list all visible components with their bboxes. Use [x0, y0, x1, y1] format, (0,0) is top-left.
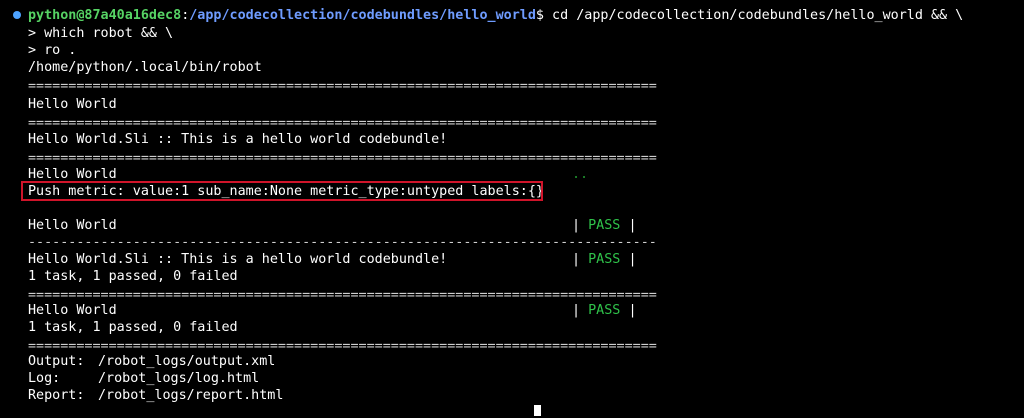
status-pipe: | — [572, 218, 581, 233]
status-pipe: | — [628, 303, 637, 318]
log-file-line: Log: /robot_logs/log.html — [28, 370, 259, 387]
separator-double: ========================================… — [28, 116, 657, 131]
output-label: Output: — [28, 354, 85, 369]
status-pipe: | — [572, 252, 581, 267]
status-pipe: | — [628, 252, 637, 267]
suite-result-status: | PASS | — [572, 302, 637, 319]
suite-summary: 1 task, 1 passed, 0 failed — [28, 320, 238, 335]
separator-double: ========================================… — [28, 79, 657, 94]
report-label: Report: — [28, 388, 85, 403]
output-file-line: Output: /robot_logs/output.xml — [28, 353, 275, 370]
status-pipe: | — [572, 303, 581, 318]
suite-title: Hello World — [28, 97, 117, 112]
continuation-line: > ro . — [28, 43, 77, 58]
output-path-link[interactable]: /robot_logs/output.xml — [98, 354, 275, 369]
report-file-line: Report: /robot_logs/report.html — [28, 387, 283, 404]
prompt-command: cd /app/codecollection/codebundles/hello… — [543, 8, 964, 23]
sli-summary: 1 task, 1 passed, 0 failed — [28, 269, 238, 284]
pass-badge: PASS — [588, 303, 621, 318]
status-pipe: | — [628, 218, 637, 233]
log-label: Log: — [28, 371, 61, 386]
highlight-box — [21, 181, 543, 201]
sli-result-status: | PASS | — [572, 251, 637, 268]
log-path-link[interactable]: /robot_logs/log.html — [98, 371, 259, 386]
separator-double: ========================================… — [28, 151, 657, 166]
sli-suite-title: Hello World.Sli :: This is a hello world… — [28, 132, 448, 147]
prompt-status-dot-icon — [13, 11, 21, 19]
prompt-user-host: python@87a40a16dec8 — [28, 8, 182, 23]
continuation-line: > which robot && \ — [28, 26, 174, 41]
terminal-window[interactable]: python@87a40a16dec8:/app/codecollection/… — [0, 0, 1024, 416]
prompt-dollar: $ — [535, 8, 544, 23]
separator-double: ========================================… — [28, 288, 657, 303]
test-result-name: Hello World — [28, 218, 117, 233]
prompt-line: python@87a40a16dec8:/app/codecollection/… — [28, 7, 963, 24]
suite-result-name: Hello World — [28, 303, 117, 318]
sli-result-name: Hello World.Sli :: This is a hello world… — [28, 252, 448, 267]
robot-path-output: /home/python/.local/bin/robot — [28, 60, 262, 75]
separator-single: ----------------------------------------… — [28, 235, 657, 250]
test-result-status: | PASS | — [572, 217, 637, 234]
test-progress-dots: .. — [572, 167, 589, 182]
pass-badge: PASS — [588, 252, 621, 267]
report-path-link[interactable]: /robot_logs/report.html — [98, 388, 283, 403]
prompt-path: /app/codecollection/codebundles/hello_wo… — [189, 8, 536, 23]
pass-badge: PASS — [588, 218, 621, 233]
